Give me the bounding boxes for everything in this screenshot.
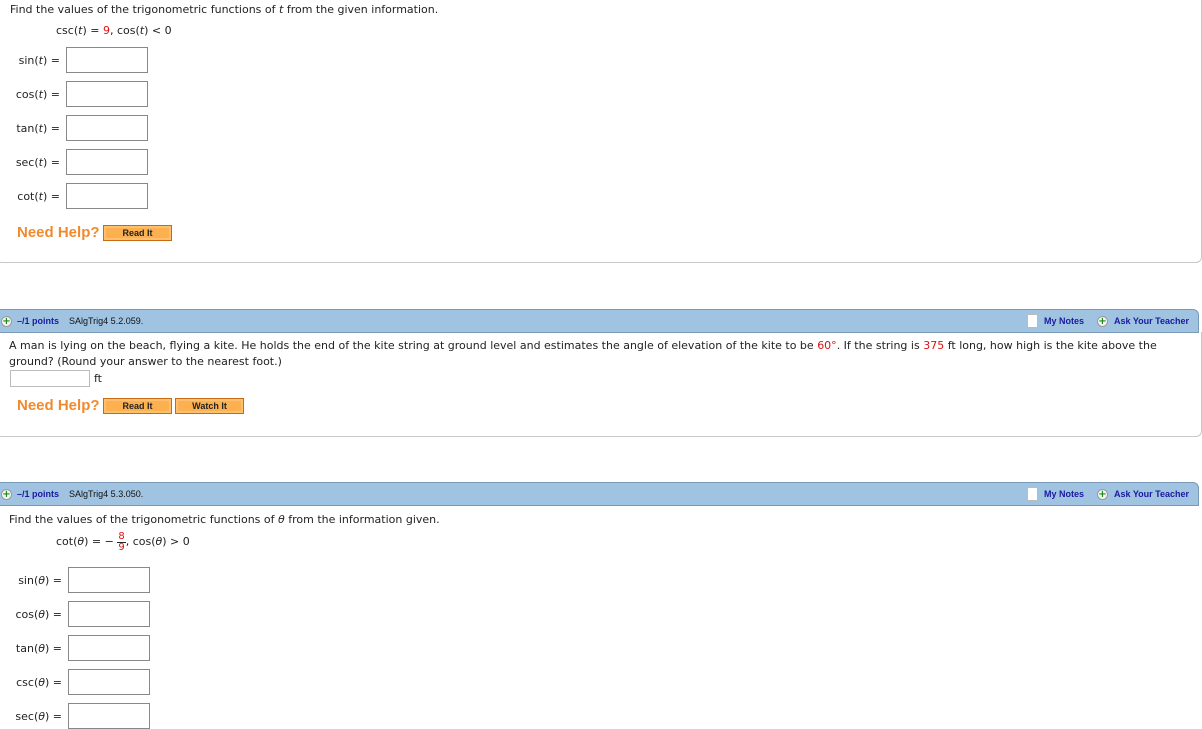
given-cond: ) > 0	[162, 535, 190, 548]
ask-plus-icon[interactable]: +	[1097, 489, 1108, 500]
field-label-end: ) =	[44, 608, 62, 621]
fraction-denominator: 9	[118, 541, 125, 553]
q3-prompt-text: Find the values of the trigonometric fun…	[9, 513, 275, 526]
q3-points: –/1 points	[17, 489, 60, 499]
q2-header-bar: + –/1 points SAlgTrig4 5.2.059. My Notes…	[0, 309, 1199, 333]
my-notes-link[interactable]: My Notes	[1044, 489, 1084, 499]
field-label-end: ) =	[44, 676, 62, 689]
field-label-var: θ	[38, 676, 45, 689]
answer-input[interactable]	[68, 703, 150, 729]
field-label-fn: tan(	[15, 642, 39, 655]
q3-variable: θ	[278, 513, 285, 526]
field-label-fn: cos(	[15, 608, 39, 621]
answer-input[interactable]	[68, 669, 150, 695]
answer-input[interactable]	[68, 601, 150, 627]
field-label-fn: sec(	[15, 710, 39, 723]
answer-input[interactable]	[68, 567, 150, 593]
expand-plus-icon[interactable]: +	[1, 489, 12, 500]
field-label: tan(θ) =	[16, 642, 62, 655]
q1-panel-border	[0, 0, 1202, 263]
answer-input[interactable]	[68, 635, 150, 661]
field-label-end: ) =	[44, 574, 62, 587]
field-label-var: θ	[38, 608, 45, 621]
field-label-fn: sin(	[18, 574, 39, 587]
field-label-var: θ	[38, 642, 45, 655]
field-label: sin(θ) =	[18, 574, 62, 587]
q2-panel-border	[0, 332, 1202, 437]
given-sep: , cos(	[125, 535, 156, 548]
field-label-var: θ	[38, 710, 45, 723]
field-label: sec(θ) =	[15, 710, 62, 723]
q3-code: SAlgTrig4 5.3.050.	[69, 489, 144, 499]
field-label-end: ) =	[44, 710, 62, 723]
ask-teacher-link[interactable]: Ask Your Teacher	[1114, 489, 1189, 499]
q2-code: SAlgTrig4 5.2.059.	[69, 316, 144, 326]
field-label: cos(θ) =	[15, 608, 62, 621]
notes-page-icon[interactable]	[1027, 487, 1038, 501]
given-eq: ) = −	[84, 535, 114, 548]
field-label-var: θ	[38, 574, 45, 587]
field-label-end: ) =	[44, 642, 62, 655]
field-label: csc(θ) =	[16, 676, 62, 689]
q3-given: cot(θ) = − 89, cos(θ) > 0	[56, 531, 190, 553]
field-label-fn: csc(	[16, 676, 39, 689]
notes-page-icon[interactable]	[1027, 314, 1038, 328]
fraction-numerator: 8	[117, 530, 126, 543]
given-fraction: 89	[117, 530, 126, 553]
my-notes-link[interactable]: My Notes	[1044, 316, 1084, 326]
q3-prompt-end: from the information given.	[288, 513, 440, 526]
q3-header-bar: + –/1 points SAlgTrig4 5.3.050. My Notes…	[0, 482, 1199, 506]
ask-teacher-link[interactable]: Ask Your Teacher	[1114, 316, 1189, 326]
expand-plus-icon[interactable]: +	[1, 316, 12, 327]
q2-points: –/1 points	[17, 316, 60, 326]
given-fn: cot(	[56, 535, 78, 548]
ask-plus-icon[interactable]: +	[1097, 316, 1108, 327]
q3-prompt: Find the values of the trigonometric fun…	[9, 513, 440, 526]
